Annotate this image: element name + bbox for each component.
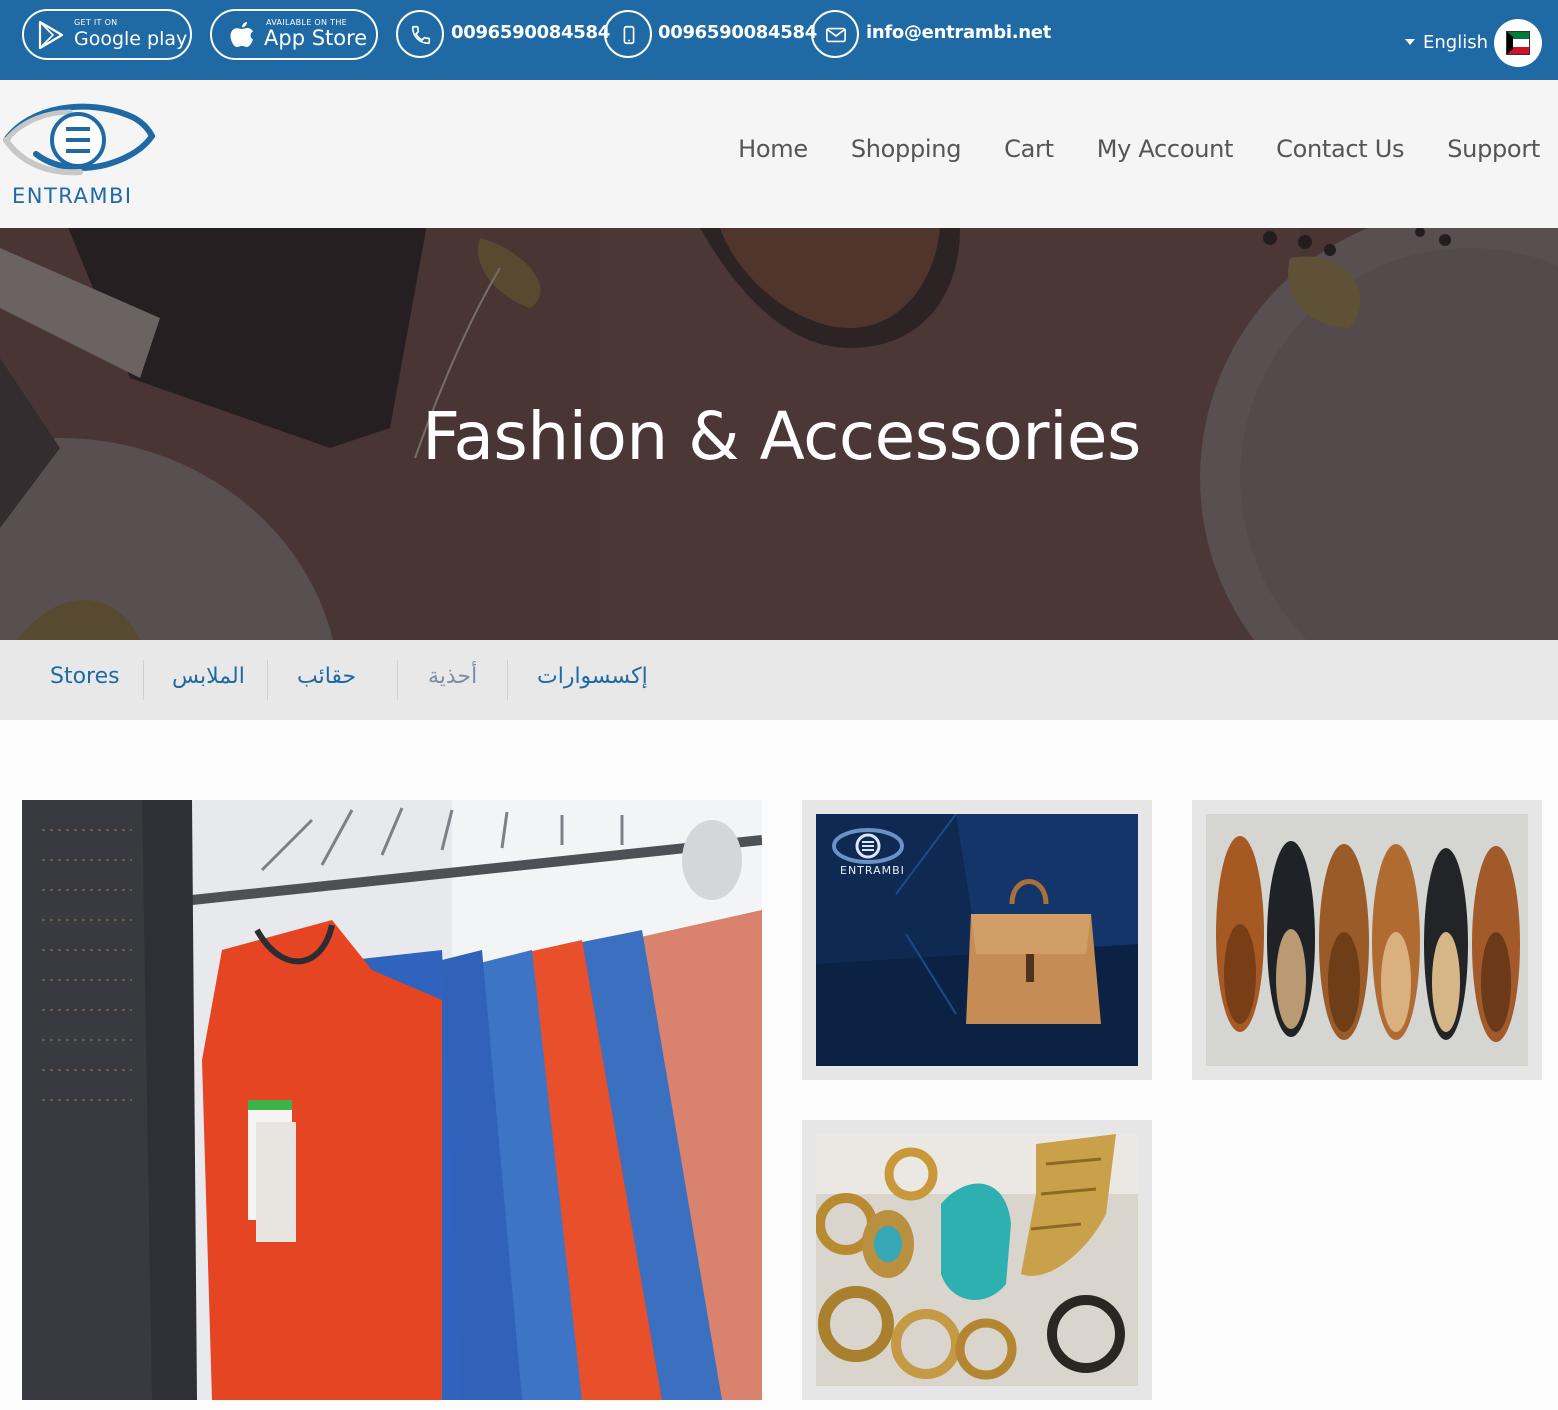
clothes-rack-image bbox=[22, 800, 762, 1400]
app-store-label: App Store bbox=[264, 26, 368, 50]
email-address[interactable]: info@entrambi.net bbox=[866, 22, 1051, 43]
phone-number[interactable]: 0096590084584 bbox=[451, 22, 610, 43]
bags-category-tile[interactable]: ENTRAMBI bbox=[802, 800, 1152, 1080]
entrambi-logo[interactable]: ENTRAMBI bbox=[0, 98, 160, 210]
phone-icon[interactable] bbox=[396, 10, 444, 58]
google-play-small-label: GET IT ON bbox=[74, 18, 118, 27]
category-divider bbox=[143, 660, 144, 700]
category-clothes[interactable]: الملابس bbox=[172, 664, 245, 689]
bags-logo-text: ENTRAMBI bbox=[840, 864, 905, 877]
google-play-button[interactable]: GET IT ON Google play bbox=[22, 9, 192, 60]
nav-support[interactable]: Support bbox=[1447, 135, 1540, 163]
shoes-category-tile[interactable] bbox=[1192, 800, 1542, 1080]
nav-shopping[interactable]: Shopping bbox=[851, 135, 962, 163]
category-stores[interactable]: Stores bbox=[50, 664, 120, 689]
main-nav: Home Shopping Cart My Account Contact Us… bbox=[695, 135, 1540, 163]
category-divider bbox=[397, 660, 398, 700]
apple-icon bbox=[230, 22, 253, 47]
mobile-icon[interactable] bbox=[604, 10, 652, 58]
caret-down-icon bbox=[1405, 39, 1415, 45]
language-flag-button[interactable] bbox=[1494, 19, 1542, 67]
nav-home[interactable]: Home bbox=[738, 135, 808, 163]
jewelry-image bbox=[816, 1134, 1138, 1386]
nav-cart[interactable]: Cart bbox=[1004, 135, 1054, 163]
accessories-category-tile[interactable] bbox=[802, 1120, 1152, 1400]
nav-my-account[interactable]: My Account bbox=[1097, 135, 1234, 163]
kuwait-flag-icon bbox=[1506, 31, 1530, 55]
category-shoes[interactable]: أحذية bbox=[428, 664, 477, 689]
category-accessories[interactable]: إكسسوارات bbox=[537, 664, 648, 689]
category-bags[interactable]: حقائب bbox=[297, 664, 356, 689]
logo-text: ENTRAMBI bbox=[12, 184, 133, 208]
nav-contact-us[interactable]: Contact Us bbox=[1276, 135, 1404, 163]
play-store-icon bbox=[38, 21, 64, 49]
clothes-category-image[interactable] bbox=[22, 800, 762, 1400]
category-bar: Stores الملابس حقائب أحذية إكسسوارات bbox=[0, 640, 1558, 720]
language-selector[interactable]: English bbox=[1405, 32, 1488, 53]
envelope-icon[interactable] bbox=[811, 10, 859, 58]
category-divider bbox=[267, 660, 268, 700]
site-header: ENTRAMBI Home Shopping Cart My Account C… bbox=[0, 80, 1558, 228]
bags-image: ENTRAMBI bbox=[816, 814, 1138, 1066]
handbag-image bbox=[816, 814, 1138, 1066]
shoes-image bbox=[1206, 814, 1528, 1066]
shoes-row-image bbox=[1206, 814, 1528, 1066]
eye-logo-icon bbox=[3, 103, 155, 176]
app-store-button[interactable]: AVAILABLE ON THE App Store bbox=[210, 9, 378, 60]
hero-title: Fashion & Accessories bbox=[422, 398, 1141, 475]
hero-banner: Fashion & Accessories bbox=[0, 228, 1558, 640]
accessories-image bbox=[816, 1134, 1138, 1386]
top-bar: GET IT ON Google play AVAILABLE ON THE A… bbox=[0, 0, 1558, 80]
language-label: English bbox=[1423, 32, 1488, 53]
category-divider bbox=[507, 660, 508, 700]
mobile-number[interactable]: 0096590084584 bbox=[658, 22, 817, 43]
google-play-label: Google play bbox=[74, 28, 188, 50]
